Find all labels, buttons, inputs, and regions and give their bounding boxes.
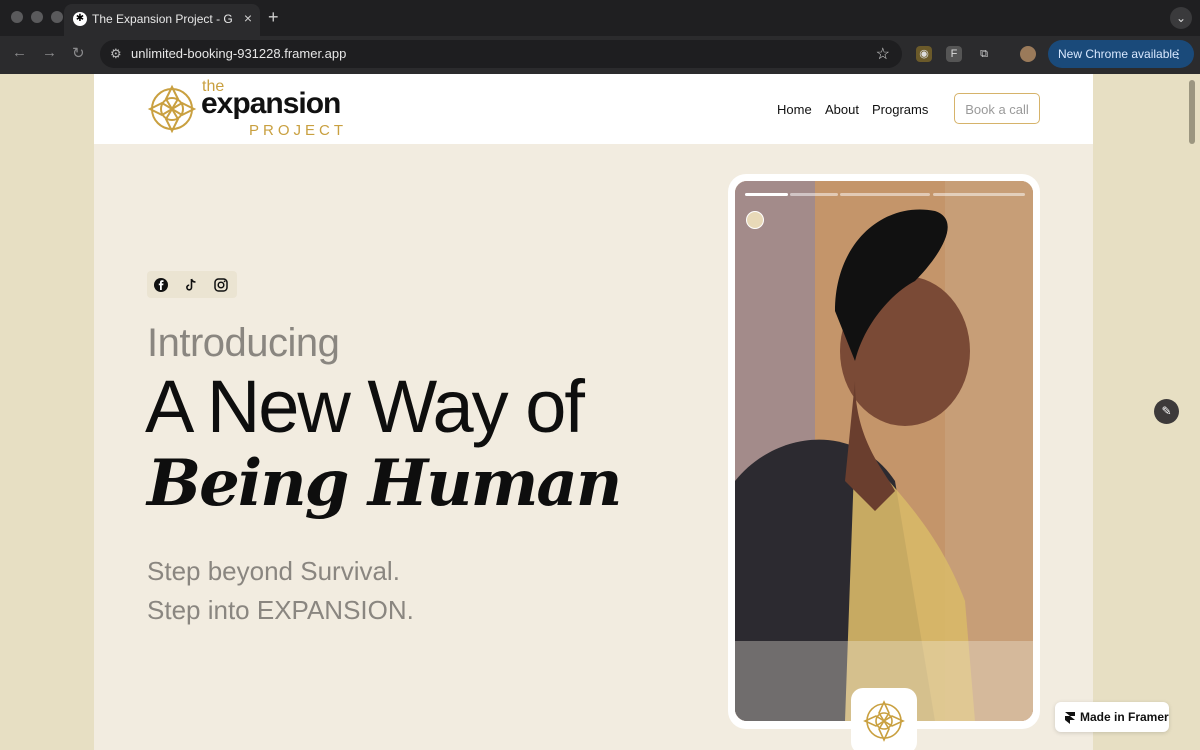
- video-frame[interactable]: [735, 181, 1033, 721]
- hero-subtitle-line1: Step beyond Survival.: [147, 556, 400, 586]
- back-button[interactable]: ←: [12, 44, 27, 61]
- extension-icon[interactable]: ◉: [916, 46, 932, 62]
- person-image: [735, 181, 1033, 721]
- logo-text-expansion: expansion: [201, 87, 341, 120]
- social-links: [147, 271, 237, 298]
- chrome-menu-icon[interactable]: ⋮: [1172, 40, 1184, 68]
- profile-avatar[interactable]: [1020, 46, 1036, 62]
- story-progress-segment: [790, 193, 838, 196]
- address-bar[interactable]: ⚙ unlimited-booking-931228.framer.app ☆: [100, 40, 902, 68]
- window-close-dot[interactable]: [11, 11, 23, 23]
- framer-logo-icon: [1064, 702, 1076, 732]
- story-avatar-icon: [746, 211, 764, 229]
- framer-logo-icon: ✱: [73, 12, 87, 26]
- nav-about[interactable]: About: [825, 102, 859, 117]
- window-minimize-dot[interactable]: [31, 11, 43, 23]
- framer-extension-icon[interactable]: F: [946, 46, 962, 62]
- nav-programs[interactable]: Programs: [872, 102, 928, 117]
- instagram-icon[interactable]: [213, 277, 229, 293]
- story-progress-active: [745, 193, 788, 196]
- new-chrome-available-button[interactable]: New Chrome available ⋮: [1048, 40, 1194, 68]
- reload-button[interactable]: ↻: [72, 44, 85, 62]
- book-a-call-button[interactable]: Book a call: [954, 93, 1040, 124]
- page-viewport: the expansion PROJECT Home About Program…: [0, 74, 1200, 750]
- facebook-icon[interactable]: [153, 277, 169, 293]
- extensions-puzzle-icon[interactable]: ⧉: [976, 46, 992, 62]
- forward-button[interactable]: →: [42, 44, 57, 61]
- made-in-framer-label: Made in Framer: [1080, 710, 1169, 724]
- video-card[interactable]: [728, 174, 1040, 729]
- new-chrome-label: New Chrome available: [1058, 47, 1179, 61]
- new-tab-button[interactable]: +: [268, 7, 279, 28]
- site-container: the expansion PROJECT Home About Program…: [94, 74, 1093, 750]
- hero-headline-italic: Being Human: [147, 446, 622, 521]
- hero-intro: Introducing: [147, 321, 340, 365]
- tab-title: The Expansion Project - Guid: [92, 12, 232, 26]
- logo-text-project: PROJECT: [249, 122, 348, 139]
- browser-tab[interactable]: ✱ The Expansion Project - Guid ×: [64, 4, 260, 36]
- address-url: unlimited-booking-931228.framer.app: [131, 46, 347, 61]
- close-tab-icon[interactable]: ×: [244, 10, 252, 26]
- story-progress-segment: [933, 193, 1025, 196]
- page-scrollbar[interactable]: [1189, 80, 1195, 144]
- nav-home[interactable]: Home: [777, 102, 812, 117]
- hero-subtitle-line2: Step into EXPANSION.: [147, 595, 414, 625]
- tab-search-button[interactable]: ⌄: [1170, 7, 1192, 29]
- edit-pencil-icon[interactable]: ✎: [1154, 399, 1179, 424]
- site-header: the expansion PROJECT Home About Program…: [94, 74, 1093, 144]
- story-progress-segment: [840, 193, 930, 196]
- browser-chrome: ✱ The Expansion Project - Guid × + ⌄ ← →…: [0, 0, 1200, 74]
- logo-badge: [851, 688, 917, 750]
- hero-headline: A New Way of: [145, 365, 585, 448]
- window-zoom-dot[interactable]: [51, 11, 63, 23]
- mandala-logo-icon[interactable]: [147, 81, 197, 138]
- mandala-badge-icon: [863, 700, 905, 742]
- bookmark-star-icon[interactable]: ☆: [876, 44, 890, 64]
- made-in-framer-badge[interactable]: Made in Framer: [1055, 702, 1169, 732]
- tiktok-icon[interactable]: [183, 277, 199, 293]
- site-info-icon[interactable]: ⚙: [110, 46, 122, 62]
- tab-strip: ✱ The Expansion Project - Guid × + ⌄: [0, 0, 1200, 36]
